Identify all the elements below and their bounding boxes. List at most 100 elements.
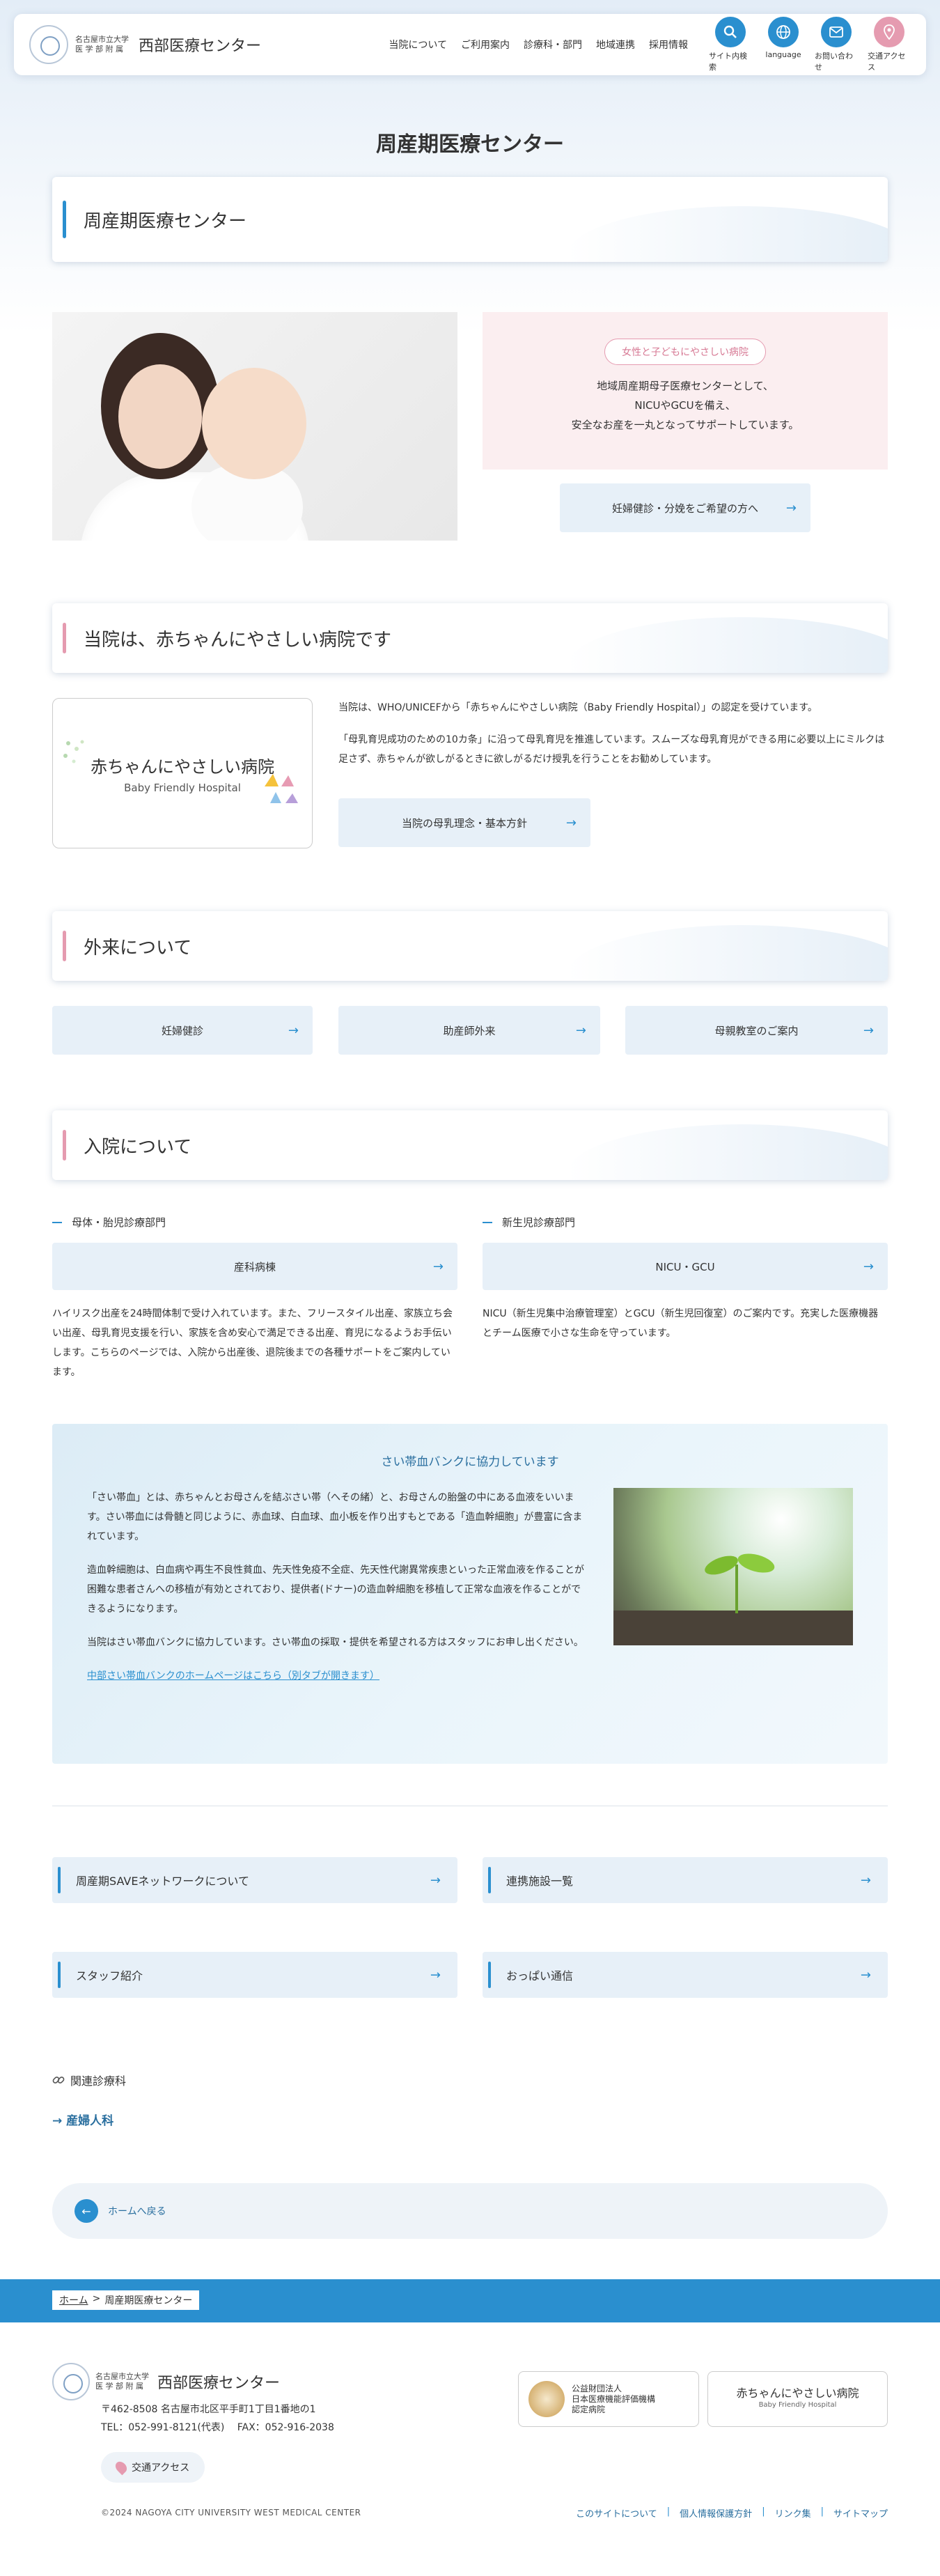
breadcrumb-bar: ホーム > 周産期医療センター xyxy=(0,2279,940,2322)
back-to-home-button[interactable]: ← ホームへ戻る xyxy=(52,2183,888,2239)
utility-nav: サイト内検索 language お問い合わせ 交通アクセス xyxy=(709,17,911,72)
nav-guide[interactable]: ご利用案内 xyxy=(461,38,510,52)
contact-button[interactable]: お問い合わせ xyxy=(815,17,858,72)
partner-facilities-link[interactable]: 連携施設一覧 → xyxy=(483,1857,888,1903)
inpatient-heading: 入院について xyxy=(84,1136,192,1158)
copyright: ©2024 NAGOYA CITY UNIVERSITY WEST MEDICA… xyxy=(101,2508,361,2517)
back-to-home-label: ホームへ戻る xyxy=(108,2206,166,2217)
prenatal-checkup-button[interactable]: 妊婦健診 → xyxy=(52,1006,313,1055)
baby-friendly-hospital-logo: 赤ちゃんにやさしい病院 Baby Friendly Hospital xyxy=(52,698,313,848)
section-title-box: 周産期医療センター xyxy=(52,177,888,262)
obstetrics-ward-description: ハイリスク出産を24時間体制で受け入れています。また、フリースタイル出産、家族立… xyxy=(52,1308,453,1378)
maternal-fetal-subheading-text: 母体・胎児診療部門 xyxy=(72,1216,166,1229)
site-header: 名古屋市立大学 医 学 部 附 属 西部医療センター 当院について ご利用案内 … xyxy=(14,14,926,75)
save-network-link[interactable]: 周産期SAVEネットワークについて → xyxy=(52,1857,457,1903)
map-pin-icon xyxy=(874,17,904,47)
sprout-photo xyxy=(613,1488,853,1645)
banner2-sub: Baby Friendly Hospital xyxy=(758,2401,837,2409)
obstetrics-ward-label: 産科病棟 xyxy=(233,1260,276,1273)
bfh-heading-box: 当院は、赤ちゃんにやさしい病院です xyxy=(52,603,888,673)
banner1-line-2: 日本医療機能評価機構 xyxy=(572,2393,656,2404)
site-search-button[interactable]: サイト内検索 xyxy=(709,17,752,72)
prenatal-delivery-label: 妊婦健診・分娩をご希望の方へ xyxy=(611,502,758,515)
cord-blood-paragraph-2: 造血幹細胞は、白血病や再生不良性貧血、先天性免疫不全症、先天性代謝異常疾患といっ… xyxy=(87,1565,584,1615)
mail-icon xyxy=(821,17,852,47)
obstetrics-gynecology-link[interactable]: → 産婦人科 xyxy=(52,2111,113,2128)
link-chain-icon xyxy=(52,2077,65,2084)
nicu-gcu-description: NICU（新生児集中治療管理室）とGCU（新生児回復室）のご案内です。充実した医… xyxy=(483,1308,879,1339)
contact-label: お問い合わせ xyxy=(815,52,853,72)
nav-about[interactable]: 当院について xyxy=(389,38,447,52)
prenatal-delivery-button[interactable]: 妊婦健診・分娩をご希望の方へ → xyxy=(560,483,810,532)
cord-blood-bank-link[interactable]: 中部さい帯血バンクのホームページはこちら（別タブが開きます） xyxy=(87,1670,379,1682)
cord-blood-text: 「さい帯血」とは、赤ちゃんとお母さんを結ぶさい帯（へその緒）と、お母さんの胎盤の… xyxy=(87,1488,588,1686)
map-pin-icon xyxy=(113,2459,130,2476)
oppai-newsletter-link[interactable]: おっぱい通信 → xyxy=(483,1952,888,1998)
arrow-right-icon: → xyxy=(860,1967,871,1983)
banner1-line-3: 認定病院 xyxy=(572,2404,606,2414)
footer-separator: | xyxy=(762,2506,765,2517)
footer-link-privacy[interactable]: 個人情報保護方針 xyxy=(680,2506,752,2520)
footer-links: このサイトについて | 個人情報保護方針 | リンク集 | サイトマップ xyxy=(576,2506,888,2520)
banner1-line-1: 公益財団法人 xyxy=(572,2383,622,2393)
footer-link-sitemap[interactable]: サイトマップ xyxy=(833,2506,888,2520)
midwife-outpatient-button[interactable]: 助産師外来 → xyxy=(338,1006,600,1055)
breadcrumb-current: 周産期医療センター xyxy=(104,2295,193,2306)
footer-separator: | xyxy=(666,2506,671,2517)
nav-regional[interactable]: 地域連携 xyxy=(596,38,635,52)
arrow-right-icon: → xyxy=(863,1023,874,1038)
footer-access-label: 交通アクセス xyxy=(132,2462,190,2474)
neonatal-subheading: 新生児診療部門 xyxy=(483,1215,575,1229)
footer-access-button[interactable]: 交通アクセス xyxy=(101,2452,205,2483)
oppai-newsletter-label: おっぱい通信 xyxy=(506,1969,574,1983)
outpatient-heading: 外来について xyxy=(84,937,192,959)
prenatal-checkup-label: 妊婦健診 xyxy=(161,1024,203,1037)
footer-link-links[interactable]: リンク集 xyxy=(775,2506,811,2520)
arrow-right-icon: → xyxy=(430,1872,441,1888)
breadcrumb: ホーム > 周産期医療センター xyxy=(52,2290,200,2310)
baby-friendly-hospital-banner[interactable]: 赤ちゃんにやさしい病院 Baby Friendly Hospital xyxy=(707,2371,888,2427)
breadcrumb-home[interactable]: ホーム xyxy=(59,2293,88,2307)
obstetrics-ward-button[interactable]: 産科病棟 → xyxy=(52,1243,457,1290)
page-title: 周産期医療センター xyxy=(376,132,564,157)
save-network-label: 周産期SAVEネットワークについて xyxy=(76,1875,249,1888)
access-button[interactable]: 交通アクセス xyxy=(868,17,911,72)
triangles-decoration-icon xyxy=(265,774,298,803)
bfh-text-1: 当院は、WHO/UNICEFから「赤ちゃんにやさしい病院（Baby Friend… xyxy=(338,702,817,713)
nav-departments[interactable]: 診療科・部門 xyxy=(524,38,582,52)
bfh-card-title: 赤ちゃんにやさしい病院 xyxy=(91,756,274,777)
footer-address-block: 〒462-8508 名古屋市北区平手町1丁目1番地の1 TEL：052-991-… xyxy=(101,2400,334,2437)
bfh-text-2: 「母乳育児成功のための10カ条」に沿って母乳育児を推進しています。スムーズな母乳… xyxy=(338,734,885,765)
arrow-right-icon: → xyxy=(430,1967,441,1983)
cord-blood-paragraph-1: 「さい帯血」とは、赤ちゃんとお母さんを結ぶさい帯（へその緒）と、お母さんの胎盤の… xyxy=(87,1492,583,1542)
jcqhc-accreditation-banner[interactable]: 公益財団法人 日本医療機能評価機構 認定病院 xyxy=(518,2371,699,2427)
breastfeeding-policy-button[interactable]: 当院の母乳理念・基本方針 → xyxy=(338,798,590,847)
arrow-right-icon: → xyxy=(575,1023,586,1038)
global-nav: 当院について ご利用案内 診療科・部門 地域連携 採用情報 xyxy=(389,38,688,52)
staff-introduction-link[interactable]: スタッフ紹介 → xyxy=(52,1952,457,1998)
outpatient-heading-box: 外来について xyxy=(52,911,888,981)
site-search-label: サイト内検索 xyxy=(709,52,747,72)
accreditation-seal-icon xyxy=(528,2381,565,2417)
nav-recruit[interactable]: 採用情報 xyxy=(649,38,688,52)
logo-sub-line-2: 医 学 部 附 属 xyxy=(75,45,123,54)
footer-address: 〒462-8508 名古屋市北区平手町1丁目1番地の1 xyxy=(101,2404,316,2415)
footer-separator: | xyxy=(820,2506,824,2517)
university-emblem-icon xyxy=(29,25,68,64)
cord-blood-bank-panel: さい帯血バンクに協力しています 「さい帯血」とは、赤ちゃんとお母さんを結ぶさい帯… xyxy=(52,1424,888,1764)
language-button[interactable]: language xyxy=(762,17,805,72)
logo-sub-line-1: 名古屋市立大学 xyxy=(75,35,129,44)
arrow-right-icon: → xyxy=(288,1023,299,1038)
section-title-text: 周産期医療センター xyxy=(84,210,247,232)
related-departments-label: 関連診療科 xyxy=(70,2074,127,2088)
maternal-class-button[interactable]: 母親教室のご案内 → xyxy=(625,1006,888,1055)
footer-logo[interactable]: 名古屋市立大学 医 学 部 附 属 西部医療センター xyxy=(52,2363,280,2400)
hero-info-panel: 女性と子どもにやさしい病院 地域周産期母子医療センターとして、 NICUやGCU… xyxy=(483,312,888,470)
site-logo[interactable]: 名古屋市立大学 医 学 部 附 属 西部医療センター xyxy=(29,25,261,64)
footer-logo-sub-2: 医 学 部 附 属 xyxy=(95,2382,143,2391)
related-departments-heading: 関連診療科 xyxy=(52,2072,126,2088)
cord-blood-title: さい帯血バンクに協力しています xyxy=(381,1455,559,1469)
footer-link-about-site[interactable]: このサイトについて xyxy=(576,2506,657,2520)
nicu-gcu-button[interactable]: NICU・GCU → xyxy=(483,1243,888,1290)
banner2-title: 赤ちゃんにやさしい病院 xyxy=(736,2387,859,2400)
